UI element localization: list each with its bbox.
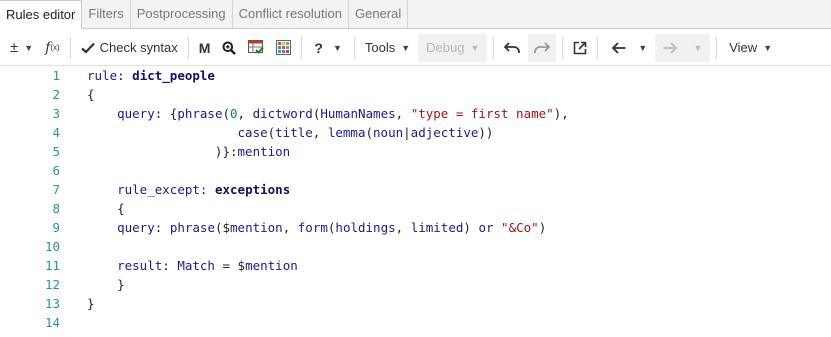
toolbar-divider [716,36,718,59]
code-text[interactable]: } [87,275,125,294]
chevron-down-icon: ▼ [470,42,480,53]
table-check-button[interactable] [242,34,270,62]
function-button[interactable]: f (x) [39,34,66,62]
code-line[interactable]: 12 } [0,275,831,294]
debug-label: Debug [426,40,465,55]
check-syntax-label: Check syntax [99,40,178,55]
function-icon-sub: (x) [50,43,60,52]
line-number: 11 [44,258,60,273]
plus-minus-button[interactable]: ± ▼ [0,34,39,62]
undo-button[interactable] [498,34,526,62]
toolbar-divider [187,36,189,59]
tools-label: Tools [364,40,396,55]
line-number: 13 [44,296,60,311]
tab-bar: Rules editor Filters Postprocessing Conf… [0,0,831,29]
code-text[interactable]: } [87,294,95,313]
line-number: 7 [52,182,60,197]
chevron-down-icon: ▼ [693,42,703,53]
redo-icon [534,41,551,54]
external-link-icon [573,41,587,55]
checkmark-icon [80,42,95,54]
line-number: 3 [52,106,60,121]
chevron-down-icon: ▼ [638,42,648,53]
back-button[interactable] [602,34,636,62]
forward-button[interactable]: ▼ [655,33,711,62]
line-number: 4 [52,125,60,140]
back-history-dropdown[interactable]: ▼ [636,34,653,62]
code-line[interactable]: 3 query: {phrase(0, dictword(HumanNames,… [0,104,831,123]
code-line[interactable]: 10 [0,237,831,256]
line-number: 5 [52,144,60,159]
undo-icon [504,41,521,54]
code-text[interactable]: { [87,199,125,218]
toolbar: ± ▼ f (x) Check syntax M ? ▼ Tools ▼ Deb… [0,30,831,66]
toolbar-divider [353,36,355,59]
code-line[interactable]: 7 rule_except: exceptions [0,180,831,199]
line-number: 12 [44,277,60,292]
help-icon: ? [314,39,323,56]
code-line[interactable]: 4 case(title, lemma(noun|adjective)) [0,123,831,142]
code-text[interactable]: rule: dict_people [87,66,215,85]
chevron-down-icon: ▼ [763,42,773,53]
m-label: M [198,39,211,56]
code-line[interactable]: 14 [0,313,831,332]
code-text[interactable]: query: phrase($mention, form(holdings, l… [87,218,546,237]
toolbar-divider [493,36,495,59]
code-editor[interactable]: 1 rule: dict_people 2{3 query: {phrase(0, … [0,66,831,337]
chevron-down-icon: ▼ [24,42,34,53]
code-text[interactable]: result: Match = $mention [87,256,298,275]
tab-postprocessing[interactable]: Postprocessing [131,0,233,28]
line-number: 10 [44,239,60,254]
code-text[interactable]: )}:mention [87,142,290,161]
code-line[interactable]: 11 result: Match = $mention [0,256,831,275]
line-number: 6 [52,163,60,178]
code-text[interactable]: query: {phrase(0, dictword(HumanNames, "… [87,104,569,123]
plus-minus-icon: ± [10,39,19,56]
tab-rules-editor[interactable]: Rules editor [0,0,83,29]
zoom-button[interactable] [216,34,242,62]
view-label: View [729,40,758,55]
code-line[interactable]: 9 query: phrase($mention, form(holdings,… [0,218,831,237]
view-menu[interactable]: View ▼ [721,34,780,62]
m-button[interactable]: M [193,34,217,62]
code-line[interactable]: 13} [0,294,831,313]
chevron-down-icon: ▼ [332,42,342,53]
line-number: 2 [52,87,60,102]
tab-conflict-resolution[interactable]: Conflict resolution [233,0,349,28]
code-line[interactable]: 6 [0,161,831,180]
chevron-down-icon: ▼ [401,42,411,53]
line-number: 1 [52,68,60,83]
code-text[interactable]: { [87,85,95,104]
open-external-button[interactable] [567,34,593,62]
help-button[interactable]: ? ▼ [306,34,349,62]
color-grid-button[interactable] [270,34,297,62]
code-text[interactable]: case(title, lemma(noun|adjective)) [87,123,494,142]
toolbar-divider [597,36,599,59]
code-line[interactable]: 5 )}:mention [0,142,831,161]
code-line[interactable]: 2{ [0,85,831,104]
tab-filters[interactable]: Filters [82,0,131,28]
tab-general[interactable]: General [349,0,409,28]
toolbar-divider [301,36,303,59]
redo-button[interactable] [528,33,557,62]
code-line[interactable]: 1 rule: dict_people [0,66,831,85]
line-number: 8 [52,201,60,216]
magnifier-icon [222,41,237,55]
table-check-icon [248,40,265,55]
arrow-left-icon [612,41,626,54]
toolbar-divider [69,36,71,59]
arrow-right-icon [663,41,678,54]
line-number: 14 [44,315,60,330]
line-number: 9 [52,220,60,235]
color-grid-icon [276,40,292,55]
tools-menu[interactable]: Tools ▼ [359,34,416,62]
code-text[interactable]: rule_except: exceptions [87,180,290,199]
check-syntax-button[interactable]: Check syntax [75,34,184,62]
toolbar-divider [562,36,564,59]
debug-menu[interactable]: Debug ▼ [418,33,488,62]
code-line[interactable]: 8 { [0,199,831,218]
